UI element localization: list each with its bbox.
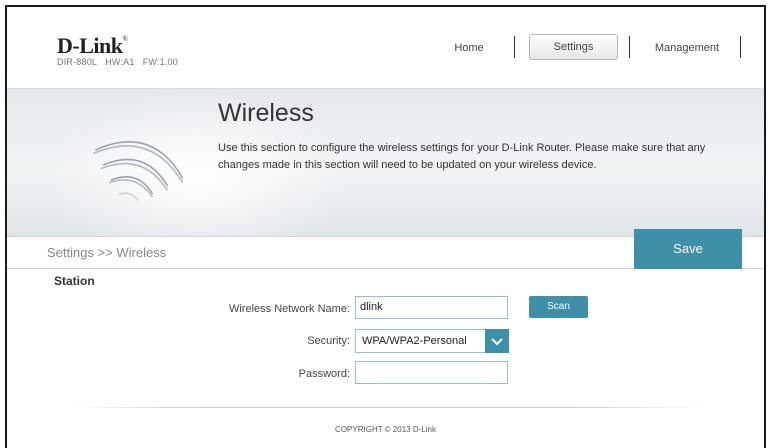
save-button[interactable]: Save: [634, 229, 742, 269]
security-label: Security:: [307, 335, 350, 347]
breadcrumb: Settings >> Wireless: [47, 245, 167, 260]
page-title: Wireless: [218, 99, 314, 127]
nav-management[interactable]: Management: [649, 38, 725, 58]
nav-settings[interactable]: Settings: [529, 34, 618, 60]
copyright: COPYRIGHT © 2013 D-Link: [335, 425, 436, 434]
wifi-icon: [92, 141, 183, 202]
page-description: Use this section to configure the wirele…: [218, 142, 706, 171]
firmware-version: FW:1.00: [142, 57, 178, 67]
model-name: DIR-880L: [57, 57, 98, 67]
nav-divider: [740, 36, 741, 58]
nav-home[interactable]: Home: [445, 38, 493, 58]
header: D-Link® DIR-880L HW:A1 FW:1.00 Home Sett…: [7, 7, 764, 88]
page-banner: Wireless Use this section to configure t…: [7, 88, 764, 237]
password-label: Password:: [298, 368, 350, 380]
nav-divider: [629, 36, 630, 58]
router-admin-window: D-Link® DIR-880L HW:A1 FW:1.00 Home Sett…: [5, 5, 766, 448]
network-name-label: Wireless Network Name:: [228, 303, 350, 315]
section-title: Station: [54, 274, 95, 288]
chevron-down-icon[interactable]: [485, 329, 509, 353]
footer-divider: [67, 407, 707, 408]
network-name-input[interactable]: dlink: [355, 296, 508, 319]
device-info: DIR-880L HW:A1 FW:1.00: [57, 57, 178, 67]
scan-button[interactable]: Scan: [529, 296, 588, 318]
hardware-version: HW:A1: [105, 57, 135, 67]
nav-divider: [514, 36, 515, 58]
password-input[interactable]: [355, 361, 508, 384]
dlink-logo: D-Link®: [57, 33, 128, 58]
